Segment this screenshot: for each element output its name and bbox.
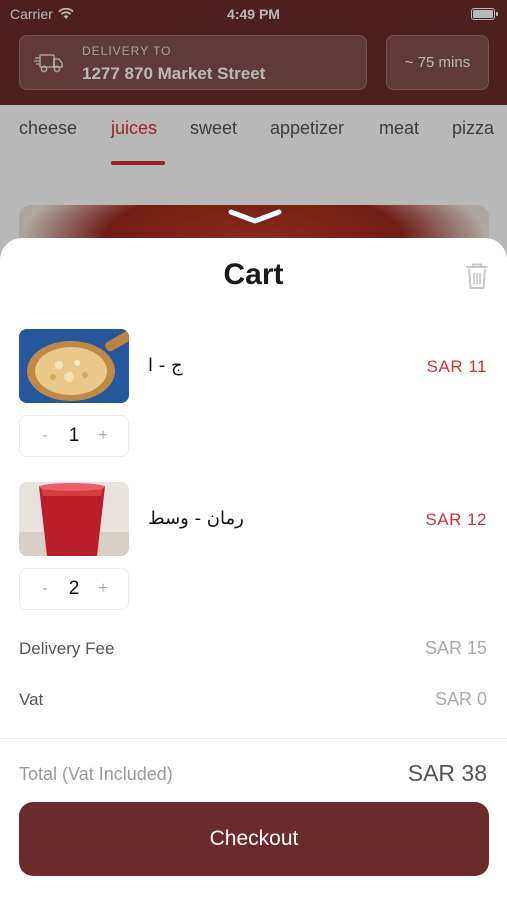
vat-value: SAR 0 [434,689,487,709]
item-price: SAR 12 [425,510,487,529]
cart-sheet: Cart ج - ا SAR 11 - 1 + رمان - وسط SAR 1… [0,238,507,900]
vat-label: Vat [19,690,44,709]
total-value: SAR 38 [407,760,487,786]
item-image-juice [19,482,129,556]
quantity-value: 1 [68,425,80,446]
cart-title: Cart [223,258,284,291]
decrement-button[interactable]: - [36,427,54,445]
total-text: Total [19,764,58,784]
decrement-button[interactable]: - [36,580,54,598]
increment-button[interactable]: + [94,427,112,445]
item-image-pizza [19,329,129,403]
item-name: ج - ا [148,355,183,376]
divider [0,738,507,739]
delivery-fee-value: SAR 15 [424,638,487,658]
quantity-value: 2 [68,578,80,599]
item-price: SAR 11 [426,357,487,376]
checkout-button[interactable]: Checkout [19,802,489,876]
item-name: رمان - وسط [148,508,244,529]
quantity-stepper: - 1 + [19,415,129,457]
total-note: (Vat Included) [62,764,173,784]
increment-button[interactable]: + [94,580,112,598]
delivery-fee-label: Delivery Fee [19,639,115,658]
chevron-down-icon[interactable] [227,208,283,226]
trash-icon[interactable] [464,262,490,290]
quantity-stepper: - 2 + [19,568,129,610]
total-label: Total (Vat Included) [19,764,173,785]
